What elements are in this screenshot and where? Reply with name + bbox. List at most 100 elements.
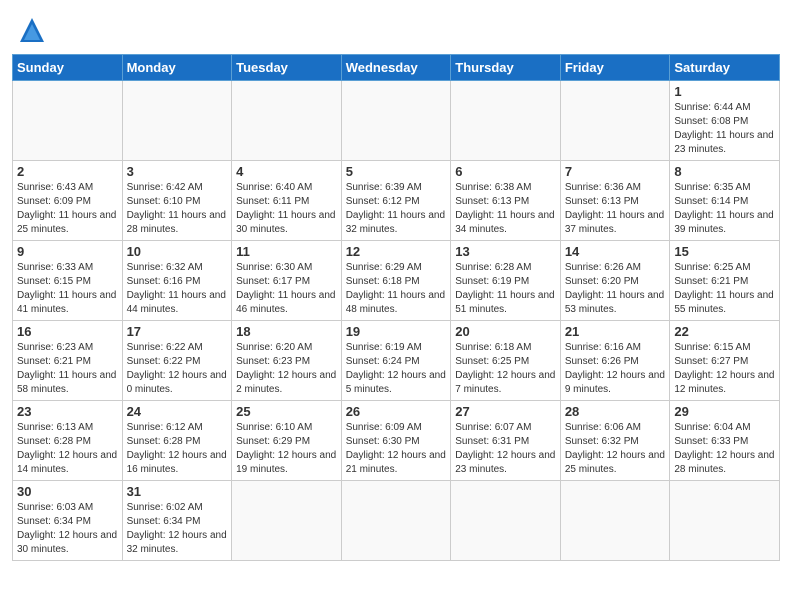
day-cell: 16 Sunrise: 6:23 AM Sunset: 6:21 PM Dayli… [13,321,123,401]
day-number: 9 [17,244,118,259]
day-info: Sunrise: 6:32 AM Sunset: 6:16 PM Dayligh… [127,261,228,317]
day-cell: 23Sunrise: 6:13 AM Sunset: 6:28 PM Dayli… [13,401,123,481]
day-number: 11 [236,244,337,259]
week-row-1: 1Sunrise: 6:44 AM Sunset: 6:08 PM Daylig… [13,81,780,161]
day-cell: 4Sunrise: 6:40 AM Sunset: 6:11 PM Daylig… [232,161,342,241]
day-cell [451,481,561,561]
logo-icon [16,14,48,46]
day-cell: 29 Sunrise: 6:04 AM Sunset: 6:33 PM Dayli… [670,401,780,481]
day-number: 4 [236,164,337,179]
day-cell [560,481,670,561]
day-info: Sunrise: 6:29 AM Sunset: 6:18 PM Dayligh… [346,261,447,317]
day-info: Sunrise: 6:25 AM Sunset: 6:21 PM Dayligh… [674,261,775,317]
day-cell [670,481,780,561]
day-cell [560,81,670,161]
day-info: Sunrise: 6:38 AM Sunset: 6:13 PM Dayligh… [455,181,556,237]
day-cell: 7 Sunrise: 6:36 AM Sunset: 6:13 PM Daylig… [560,161,670,241]
weekday-header-tuesday: Tuesday [232,55,342,81]
day-info: Sunrise: 6:16 AM Sunset: 6:26 PM Dayligh… [565,341,666,397]
day-cell: 8 Sunrise: 6:35 AM Sunset: 6:14 PM Daylig… [670,161,780,241]
day-info: Sunrise: 6:42 AM Sunset: 6:10 PM Dayligh… [127,181,228,237]
day-number: 28 [565,404,666,419]
day-cell: 27Sunrise: 6:07 AM Sunset: 6:31 PM Dayli… [451,401,561,481]
weekday-header-sunday: Sunday [13,55,123,81]
day-cell: 2 Sunrise: 6:43 AM Sunset: 6:09 PM Daylig… [13,161,123,241]
day-number: 21 [565,324,666,339]
day-cell: 18 Sunrise: 6:20 AM Sunset: 6:23 PM Dayli… [232,321,342,401]
day-number: 19 [346,324,447,339]
day-number: 18 [236,324,337,339]
weekday-header-friday: Friday [560,55,670,81]
weekday-header-thursday: Thursday [451,55,561,81]
day-cell: 20Sunrise: 6:18 AM Sunset: 6:25 PM Dayli… [451,321,561,401]
day-number: 31 [127,484,228,499]
day-cell [341,81,451,161]
day-number: 23 [17,404,118,419]
day-cell: 17 Sunrise: 6:22 AM Sunset: 6:22 PM Dayli… [122,321,232,401]
day-info: Sunrise: 6:43 AM Sunset: 6:09 PM Dayligh… [17,181,118,237]
day-number: 25 [236,404,337,419]
logo [12,14,48,46]
day-number: 22 [674,324,775,339]
day-number: 15 [674,244,775,259]
day-number: 29 [674,404,775,419]
day-number: 10 [127,244,228,259]
weekday-header-monday: Monday [122,55,232,81]
day-number: 1 [674,84,775,99]
day-number: 2 [17,164,118,179]
week-row-4: 16 Sunrise: 6:23 AM Sunset: 6:21 PM Dayli… [13,321,780,401]
day-number: 26 [346,404,447,419]
day-cell: 3 Sunrise: 6:42 AM Sunset: 6:10 PM Daylig… [122,161,232,241]
day-cell: 11Sunrise: 6:30 AM Sunset: 6:17 PM Dayli… [232,241,342,321]
day-cell: 1Sunrise: 6:44 AM Sunset: 6:08 PM Daylig… [670,81,780,161]
week-row-6: 30Sunrise: 6:03 AM Sunset: 6:34 PM Dayli… [13,481,780,561]
day-info: Sunrise: 6:28 AM Sunset: 6:19 PM Dayligh… [455,261,556,317]
day-cell: 25 Sunrise: 6:10 AM Sunset: 6:29 PM Dayli… [232,401,342,481]
calendar-table: SundayMondayTuesdayWednesdayThursdayFrid… [12,54,780,561]
day-cell: 15 Sunrise: 6:25 AM Sunset: 6:21 PM Dayli… [670,241,780,321]
day-number: 14 [565,244,666,259]
day-cell [341,481,451,561]
day-info: Sunrise: 6:22 AM Sunset: 6:22 PM Dayligh… [127,341,228,397]
day-number: 16 [17,324,118,339]
day-cell: 6Sunrise: 6:38 AM Sunset: 6:13 PM Daylig… [451,161,561,241]
week-row-5: 23Sunrise: 6:13 AM Sunset: 6:28 PM Dayli… [13,401,780,481]
day-number: 17 [127,324,228,339]
day-cell: 5Sunrise: 6:39 AM Sunset: 6:12 PM Daylig… [341,161,451,241]
week-row-3: 9 Sunrise: 6:33 AM Sunset: 6:15 PM Daylig… [13,241,780,321]
day-info: Sunrise: 6:10 AM Sunset: 6:29 PM Dayligh… [236,421,337,477]
day-number: 7 [565,164,666,179]
day-cell [232,481,342,561]
day-cell: 24Sunrise: 6:12 AM Sunset: 6:28 PM Dayli… [122,401,232,481]
day-info: Sunrise: 6:02 AM Sunset: 6:34 PM Dayligh… [127,501,228,557]
day-cell: 30Sunrise: 6:03 AM Sunset: 6:34 PM Dayli… [13,481,123,561]
day-cell: 10 Sunrise: 6:32 AM Sunset: 6:16 PM Dayli… [122,241,232,321]
weekday-header-row: SundayMondayTuesdayWednesdayThursdayFrid… [13,55,780,81]
day-info: Sunrise: 6:20 AM Sunset: 6:23 PM Dayligh… [236,341,337,397]
day-info: Sunrise: 6:04 AM Sunset: 6:33 PM Dayligh… [674,421,775,477]
day-info: Sunrise: 6:39 AM Sunset: 6:12 PM Dayligh… [346,181,447,237]
day-cell: 12 Sunrise: 6:29 AM Sunset: 6:18 PM Dayli… [341,241,451,321]
weekday-header-wednesday: Wednesday [341,55,451,81]
calendar-wrapper: SundayMondayTuesdayWednesdayThursdayFrid… [0,0,792,612]
day-number: 13 [455,244,556,259]
day-number: 8 [674,164,775,179]
day-cell: 22 Sunrise: 6:15 AM Sunset: 6:27 PM Dayli… [670,321,780,401]
day-info: Sunrise: 6:33 AM Sunset: 6:15 PM Dayligh… [17,261,118,317]
day-cell [13,81,123,161]
day-cell [232,81,342,161]
day-info: Sunrise: 6:35 AM Sunset: 6:14 PM Dayligh… [674,181,775,237]
day-cell: 21 Sunrise: 6:16 AM Sunset: 6:26 PM Dayli… [560,321,670,401]
day-number: 3 [127,164,228,179]
day-info: Sunrise: 6:09 AM Sunset: 6:30 PM Dayligh… [346,421,447,477]
day-cell: 14 Sunrise: 6:26 AM Sunset: 6:20 PM Dayli… [560,241,670,321]
day-info: Sunrise: 6:07 AM Sunset: 6:31 PM Dayligh… [455,421,556,477]
day-info: Sunrise: 6:18 AM Sunset: 6:25 PM Dayligh… [455,341,556,397]
day-info: Sunrise: 6:26 AM Sunset: 6:20 PM Dayligh… [565,261,666,317]
day-info: Sunrise: 6:36 AM Sunset: 6:13 PM Dayligh… [565,181,666,237]
day-cell [451,81,561,161]
day-info: Sunrise: 6:23 AM Sunset: 6:21 PM Dayligh… [17,341,118,397]
week-row-2: 2 Sunrise: 6:43 AM Sunset: 6:09 PM Daylig… [13,161,780,241]
day-info: Sunrise: 6:15 AM Sunset: 6:27 PM Dayligh… [674,341,775,397]
day-number: 12 [346,244,447,259]
